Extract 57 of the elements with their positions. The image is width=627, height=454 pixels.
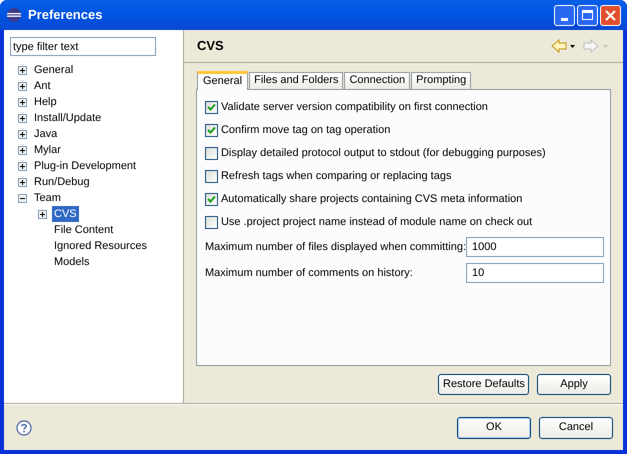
globe-icon	[6, 7, 22, 23]
expand-icon[interactable]	[18, 130, 27, 138]
apply-button[interactable]: Apply	[537, 374, 611, 395]
expand-icon[interactable]	[18, 82, 27, 90]
expand-icon[interactable]	[18, 162, 27, 170]
tree-item[interactable]: Mylar	[32, 142, 63, 158]
cancel-button[interactable]: Cancel	[539, 416, 613, 438]
checkbox-label: Refresh tags when comparing or replacing tags	[220, 169, 452, 184]
tree-item[interactable]: File Content	[52, 222, 116, 238]
help-icon[interactable]	[16, 420, 32, 436]
expand-icon[interactable]	[18, 178, 27, 186]
expand-icon[interactable]	[18, 114, 27, 122]
checkbox-label: Use .project project name instead of module name on check out	[220, 215, 532, 230]
number-field[interactable]: 10	[466, 263, 604, 283]
tab[interactable]: Prompting	[411, 72, 472, 89]
tree-item[interactable]: Run/Debug	[32, 174, 92, 190]
tree-item[interactable]: Help	[32, 94, 59, 110]
tree-item[interactable]: Ignored Resources	[52, 238, 149, 254]
tree-item[interactable]: Install/Update	[32, 110, 104, 126]
collapse-icon[interactable]	[18, 194, 27, 202]
filter-field[interactable]: type filter text	[10, 37, 156, 56]
checkbox-label: Display detailed protocol output to stdout (for debugging purposes)	[220, 146, 546, 162]
back-arrow-icon[interactable]	[551, 39, 575, 53]
tree-item[interactable]: Ant	[32, 78, 53, 94]
restore-defaults-button[interactable]: Restore Defaults	[438, 374, 529, 395]
maximize-button[interactable]	[577, 4, 598, 26]
tab[interactable]: General	[196, 71, 248, 90]
expand-icon[interactable]	[18, 98, 27, 106]
field-label: Maximum number of files displayed when committing:	[204, 240, 466, 255]
checkbox-label: Automatically share projects containing CVS meta information	[220, 192, 522, 208]
tree-item[interactable]: Team	[32, 190, 63, 206]
checkbox[interactable]	[204, 124, 218, 137]
checkbox-label: Confirm move tag on tag operation	[220, 123, 390, 138]
close-button[interactable]	[600, 4, 621, 26]
tree-item[interactable]: Models	[52, 254, 92, 270]
checkbox[interactable]	[204, 216, 218, 229]
checkbox[interactable]	[204, 101, 218, 114]
close-icon	[605, 10, 616, 20]
field-label: Maximum number of comments on history:	[204, 266, 413, 281]
ok-button[interactable]: OK	[457, 416, 531, 438]
tree-item[interactable]: General	[32, 62, 76, 78]
tree-item[interactable]: Java	[32, 126, 60, 142]
checkbox[interactable]	[204, 193, 218, 206]
checkbox-label: Validate server version compatibility on first connection	[220, 100, 488, 116]
minimize-button[interactable]	[554, 4, 575, 26]
checkbox[interactable]	[204, 147, 218, 160]
page-title: CVS	[196, 37, 224, 56]
tree-item[interactable]: Plug-in Development	[32, 158, 138, 174]
number-field[interactable]: 1000	[466, 237, 604, 257]
expand-icon[interactable]	[18, 66, 27, 74]
tree-item[interactable]: CVS	[52, 206, 79, 222]
window-title: Preferences	[28, 6, 102, 24]
checkbox[interactable]	[204, 170, 218, 183]
tab[interactable]: Files and Folders	[249, 72, 344, 89]
tab[interactable]: Connection	[344, 72, 410, 89]
expand-icon[interactable]	[38, 210, 47, 218]
expand-icon[interactable]	[18, 146, 27, 154]
